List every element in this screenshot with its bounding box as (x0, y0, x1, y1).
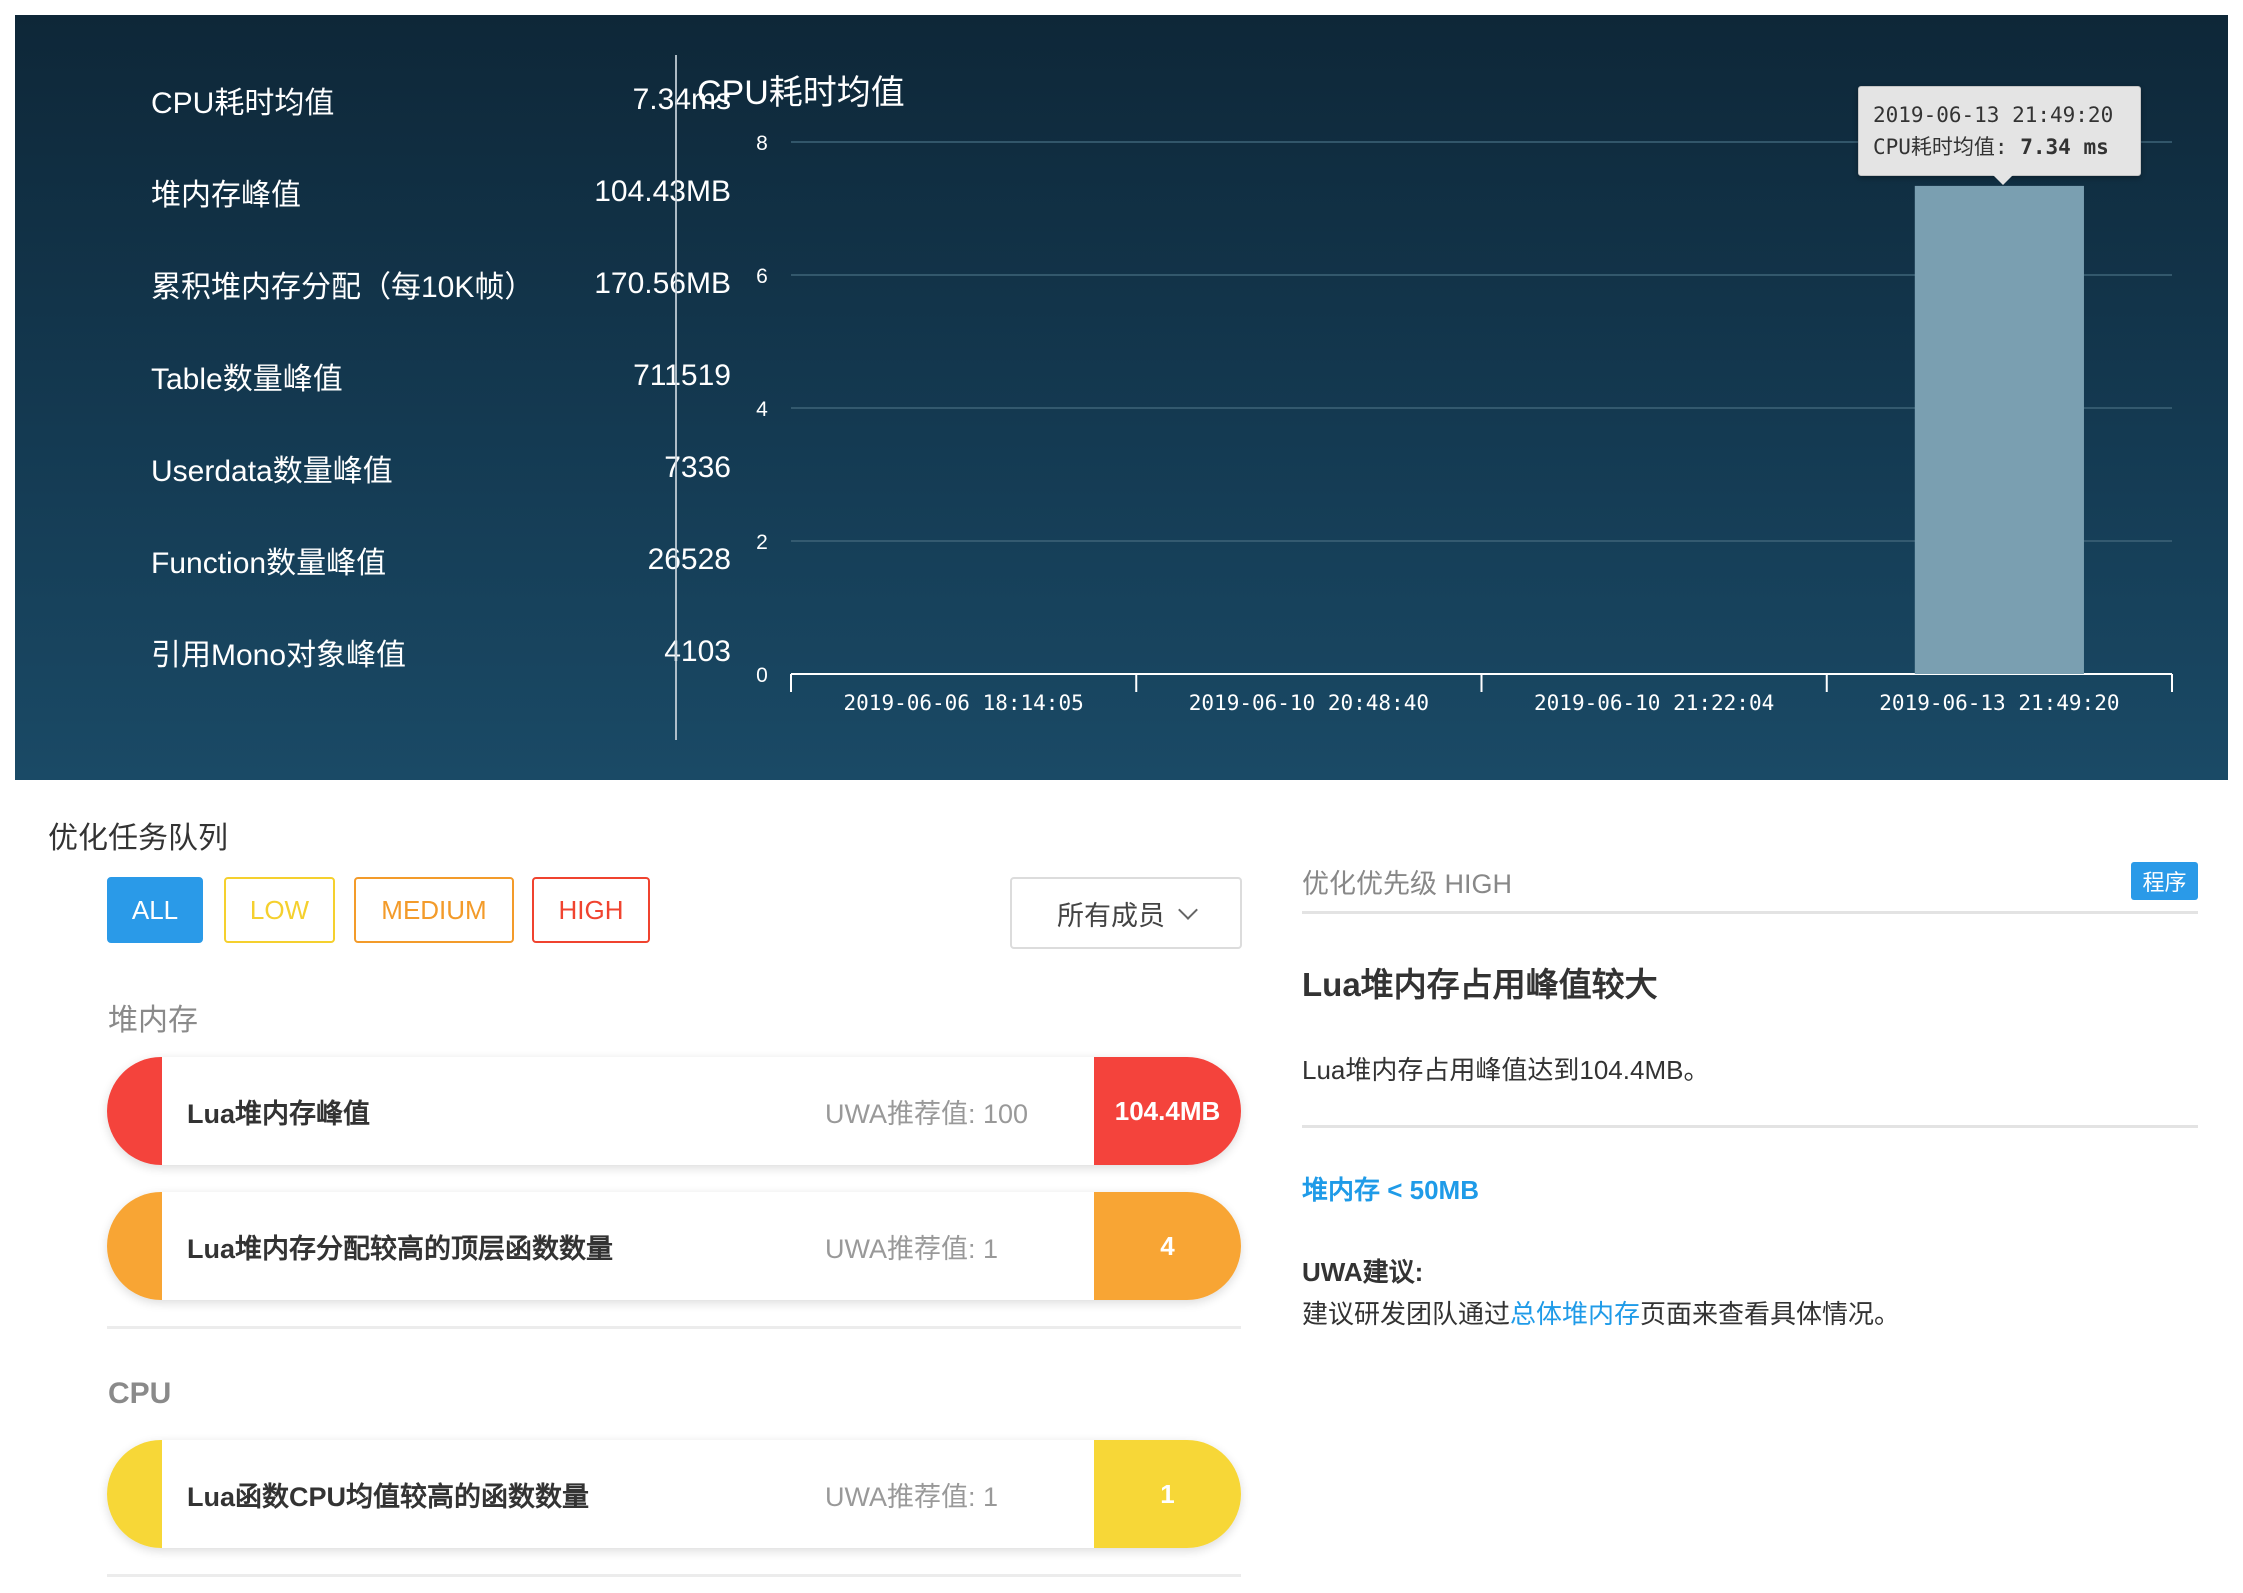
task-recommended: UWA推荐值: 1 (825, 1481, 999, 1512)
detail-divider (1302, 1125, 2198, 1128)
filter-high-button[interactable]: HIGH (532, 877, 650, 943)
y-tick-label: 2 (756, 531, 768, 554)
priority-label: 优化优先级 HIGH (1302, 869, 1513, 899)
group-title-heap: 堆内存 (108, 1004, 198, 1037)
severity-indicator (107, 1057, 162, 1165)
task-item[interactable]: Lua函数CPU均值较高的函数数量 UWA推荐值: 1 1 (107, 1440, 1241, 1548)
filter-medium-button[interactable]: MEDIUM (354, 877, 514, 943)
task-item[interactable]: Lua堆内存峰值 UWA推荐值: 100 104.4MB (107, 1057, 1241, 1165)
queue-title: 优化任务队列 (48, 822, 228, 855)
task-name: Lua堆内存分配较高的顶层函数数量 (187, 1233, 614, 1264)
heap-overview-link[interactable]: 总体堆内存 (1510, 1299, 1640, 1329)
metric-link[interactable]: 堆内存 < 50MB (1302, 1170, 1479, 1207)
chart-tooltip: 2019-06-13 21:49:20 CPU耗时均值: 7.34 ms (1858, 86, 2141, 185)
y-tick-label: 6 (756, 265, 768, 288)
severity-indicator (107, 1440, 162, 1548)
filter-all-button[interactable]: ALL (107, 877, 203, 943)
y-tick-label: 4 (756, 398, 768, 421)
category-tag: 程序 (2131, 862, 2198, 900)
task-recommended: UWA推荐值: 1 (825, 1233, 999, 1264)
x-tick-label: 2019-06-10 20:48:40 (1189, 691, 1429, 715)
x-tick-label: 2019-06-10 21:22:04 (1534, 691, 1774, 715)
advice-text: 建议研发团队通过总体堆内存页面来查看具体情况。 (1302, 1294, 1900, 1331)
task-value: 1 (1094, 1440, 1241, 1548)
x-tick-label: 2019-06-13 21:49:20 (1879, 691, 2119, 715)
y-tick-label: 0 (756, 664, 768, 687)
detail-title: Lua堆内存占用峰值较大 (1302, 966, 1658, 1003)
task-name: Lua堆内存峰值 (187, 1098, 371, 1129)
tooltip-time: 2019-06-13 21:49:20 (1873, 103, 2114, 127)
y-tick-label: 8 (756, 132, 768, 155)
detail-divider (1302, 911, 2198, 914)
x-tick-label: 2019-06-06 18:14:05 (844, 691, 1084, 715)
task-name: Lua函数CPU均值较高的函数数量 (187, 1481, 590, 1512)
advice-suffix: 页面来查看具体情况。 (1640, 1299, 1901, 1329)
task-value: 4 (1094, 1192, 1241, 1300)
severity-indicator (107, 1192, 162, 1300)
tooltip-line: CPU耗时均值: 7.34 ms (1873, 131, 2126, 163)
filter-low-button[interactable]: LOW (224, 877, 335, 943)
tooltip-label: CPU耗时均值: (1873, 135, 2008, 159)
tooltip-value: 7.34 ms (2020, 135, 2109, 159)
group-title-cpu: CPU (108, 1377, 172, 1410)
advice-title: UWA建议: (1302, 1257, 1424, 1287)
advice-prefix: 建议研发团队通过 (1302, 1299, 1511, 1329)
group-separator (107, 1326, 1241, 1329)
detail-description: Lua堆内存占用峰值达到104.4MB。 (1302, 1055, 1710, 1085)
group-separator (107, 1574, 1241, 1577)
bar (1914, 185, 2084, 674)
member-dropdown[interactable]: 所有成员 (1010, 877, 1242, 949)
member-dropdown-label: 所有成员 (1057, 900, 1165, 931)
chevron-down-icon (1178, 900, 1198, 920)
task-value: 104.4MB (1094, 1057, 1241, 1165)
task-recommended: UWA推荐值: 100 (825, 1098, 1029, 1129)
task-item[interactable]: Lua堆内存分配较高的顶层函数数量 UWA推荐值: 1 4 (107, 1192, 1241, 1300)
